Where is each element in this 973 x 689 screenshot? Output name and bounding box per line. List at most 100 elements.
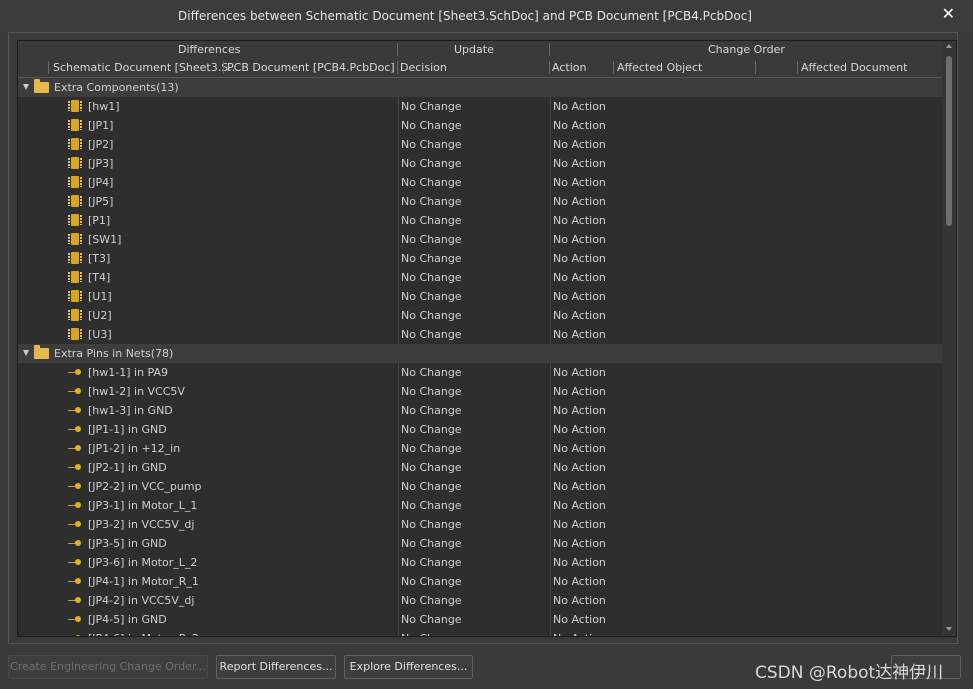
component-row[interactable]: [SW1] No Change No Action bbox=[18, 230, 942, 249]
close-icon[interactable]: ✕ bbox=[942, 4, 955, 23]
decision-cell[interactable]: No Change bbox=[401, 138, 462, 151]
decision-cell[interactable]: No Change bbox=[401, 252, 462, 265]
header-group-row: Differences Update Change Order bbox=[18, 41, 944, 60]
create-eco-button[interactable]: Create Engineering Change Order... bbox=[8, 655, 208, 679]
decision-cell[interactable]: No Change bbox=[401, 385, 462, 398]
difference-name: [JP4] bbox=[88, 176, 114, 189]
component-row[interactable]: [JP4] No Change No Action bbox=[18, 173, 942, 192]
scroll-up-icon[interactable] bbox=[946, 44, 952, 48]
pin-row[interactable]: [JP2-2] in VCC_pump No Change No Action bbox=[18, 477, 942, 496]
pin-row[interactable]: [JP3-5] in GND No Change No Action bbox=[18, 534, 942, 553]
action-cell: No Action bbox=[553, 157, 606, 170]
pin-icon bbox=[75, 445, 81, 451]
component-row[interactable]: [U3] No Change No Action bbox=[18, 325, 942, 344]
difference-name: [JP3-2] in VCC5V_dj bbox=[88, 518, 195, 531]
pin-row[interactable]: [JP3-1] in Motor_L_1 No Change No Action bbox=[18, 496, 942, 515]
pin-row[interactable]: [hw1-2] in VCC5V No Change No Action bbox=[18, 382, 942, 401]
collapse-arrow-icon[interactable] bbox=[23, 350, 29, 356]
pin-row[interactable]: [JP3-2] in VCC5V_dj No Change No Action bbox=[18, 515, 942, 534]
decision-cell[interactable]: No Change bbox=[401, 328, 462, 341]
col-decision[interactable]: Decision bbox=[400, 61, 447, 74]
vertical-scrollbar[interactable] bbox=[942, 41, 956, 636]
decision-cell[interactable]: No Change bbox=[401, 613, 462, 626]
component-row[interactable]: [JP3] No Change No Action bbox=[18, 154, 942, 173]
decision-cell[interactable]: No Change bbox=[401, 176, 462, 189]
decision-cell[interactable]: No Change bbox=[401, 575, 462, 588]
decision-cell[interactable]: No Change bbox=[401, 271, 462, 284]
header-separator bbox=[48, 61, 49, 74]
difference-name: [JP3-1] in Motor_L_1 bbox=[88, 499, 198, 512]
decision-cell[interactable]: No Change bbox=[401, 100, 462, 113]
scroll-down-icon[interactable] bbox=[946, 627, 952, 631]
component-row[interactable]: [JP2] No Change No Action bbox=[18, 135, 942, 154]
pin-icon bbox=[75, 483, 81, 489]
component-row[interactable]: [U2] No Change No Action bbox=[18, 306, 942, 325]
pin-row[interactable]: [hw1-1] in PA9 No Change No Action bbox=[18, 363, 942, 382]
component-row[interactable]: [JP5] No Change No Action bbox=[18, 192, 942, 211]
header-update[interactable]: Update bbox=[454, 43, 494, 56]
grid-rows: Extra Components(13) [hw1] No Change No Act… bbox=[18, 78, 942, 636]
difference-name: [P1] bbox=[88, 214, 111, 227]
difference-name: [JP1] bbox=[88, 119, 114, 132]
header-change-order[interactable]: Change Order bbox=[708, 43, 785, 56]
pin-row[interactable]: [hw1-3] in GND No Change No Action bbox=[18, 401, 942, 420]
decision-cell[interactable]: No Change bbox=[401, 480, 462, 493]
scrollbar-thumb[interactable] bbox=[946, 56, 952, 226]
decision-cell[interactable]: No Change bbox=[401, 404, 462, 417]
pin-icon bbox=[75, 559, 81, 565]
col-affected-object[interactable]: Affected Object bbox=[617, 61, 702, 74]
component-row[interactable]: [T3] No Change No Action bbox=[18, 249, 942, 268]
col-action[interactable]: Action bbox=[552, 61, 586, 74]
component-row[interactable]: [hw1] No Change No Action bbox=[18, 97, 942, 116]
decision-cell[interactable]: No Change bbox=[401, 366, 462, 379]
difference-name: [JP5] bbox=[88, 195, 114, 208]
header-differences[interactable]: Differences bbox=[178, 43, 240, 56]
decision-cell[interactable]: No Change bbox=[401, 214, 462, 227]
pin-row[interactable]: [JP1-2] in +12_in No Change No Action bbox=[18, 439, 942, 458]
decision-cell[interactable]: No Change bbox=[401, 157, 462, 170]
difference-name: [JP4-2] in VCC5V_dj bbox=[88, 594, 195, 607]
group-row[interactable]: Extra Pins in Nets(78) bbox=[18, 344, 942, 363]
action-cell: No Action bbox=[553, 233, 606, 246]
decision-cell[interactable]: No Change bbox=[401, 233, 462, 246]
explore-differences-button[interactable]: Explore Differences... bbox=[344, 655, 473, 679]
pin-row[interactable]: [JP4-2] in VCC5V_dj No Change No Action bbox=[18, 591, 942, 610]
decision-cell[interactable]: No Change bbox=[401, 442, 462, 455]
pin-row[interactable]: [JP2-1] in GND No Change No Action bbox=[18, 458, 942, 477]
col-pcb-document[interactable]: PCB Document [PCB4.PcbDoc] bbox=[227, 61, 395, 74]
decision-cell[interactable]: No Change bbox=[401, 119, 462, 132]
decision-cell[interactable]: No Change bbox=[401, 632, 462, 636]
decision-cell[interactable]: No Change bbox=[401, 537, 462, 550]
pin-row[interactable]: [JP4-5] in GND No Change No Action bbox=[18, 610, 942, 629]
component-row[interactable]: [T4] No Change No Action bbox=[18, 268, 942, 287]
report-differences-button[interactable]: Report Differences... bbox=[216, 655, 336, 679]
difference-name: [JP2-2] in VCC_pump bbox=[88, 480, 202, 493]
decision-cell[interactable]: No Change bbox=[401, 594, 462, 607]
collapse-arrow-icon[interactable] bbox=[23, 84, 29, 90]
pin-row[interactable]: [JP4-6] in Motor_R_2 No Change No Action bbox=[18, 629, 942, 636]
group-row[interactable]: Extra Components(13) bbox=[18, 78, 942, 97]
component-row[interactable]: [U1] No Change No Action bbox=[18, 287, 942, 306]
decision-cell[interactable]: No Change bbox=[401, 309, 462, 322]
pin-row[interactable]: [JP3-6] in Motor_L_2 No Change No Action bbox=[18, 553, 942, 572]
component-row[interactable]: [JP1] No Change No Action bbox=[18, 116, 942, 135]
pin-row[interactable]: [JP1-1] in GND No Change No Action bbox=[18, 420, 942, 439]
pin-icon bbox=[75, 597, 81, 603]
pin-icon bbox=[75, 407, 81, 413]
component-icon bbox=[68, 157, 82, 169]
group-label: Extra Pins in Nets(78) bbox=[54, 347, 174, 360]
decision-cell[interactable]: No Change bbox=[401, 556, 462, 569]
decision-cell[interactable]: No Change bbox=[401, 195, 462, 208]
pin-icon bbox=[75, 616, 81, 622]
decision-cell[interactable]: No Change bbox=[401, 461, 462, 474]
pin-icon bbox=[75, 578, 81, 584]
pin-row[interactable]: [JP4-1] in Motor_R_1 No Change No Action bbox=[18, 572, 942, 591]
difference-name: [JP4-6] in Motor_R_2 bbox=[88, 632, 199, 636]
decision-cell[interactable]: No Change bbox=[401, 499, 462, 512]
decision-cell[interactable]: No Change bbox=[401, 423, 462, 436]
decision-cell[interactable]: No Change bbox=[401, 290, 462, 303]
component-row[interactable]: [P1] No Change No Action bbox=[18, 211, 942, 230]
decision-cell[interactable]: No Change bbox=[401, 518, 462, 531]
col-affected-document[interactable]: Affected Document bbox=[801, 61, 907, 74]
col-schematic-document[interactable]: Schematic Document [Sheet3.S... bbox=[53, 61, 239, 74]
